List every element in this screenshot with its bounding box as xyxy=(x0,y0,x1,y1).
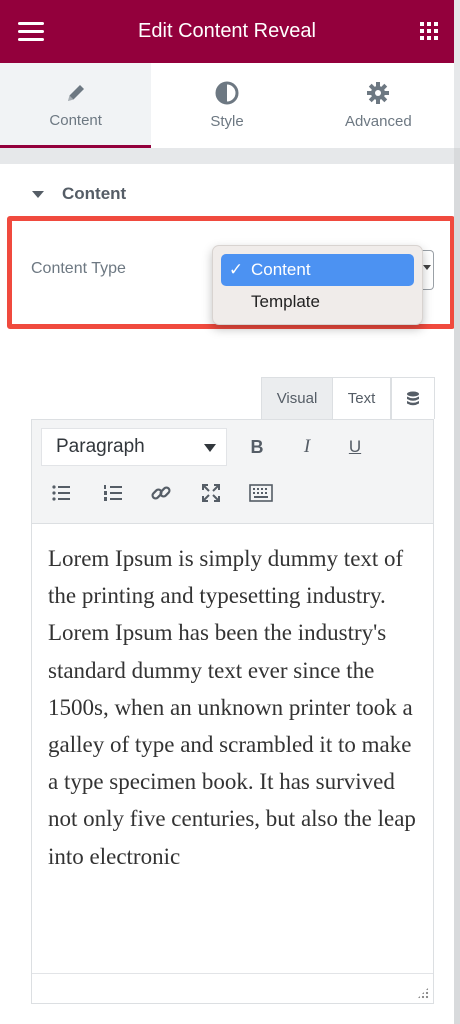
bold-button[interactable]: B xyxy=(242,432,272,462)
resize-handle-icon[interactable] xyxy=(417,987,429,999)
keyboard-icon xyxy=(249,484,273,502)
tab-visual[interactable]: Visual xyxy=(261,377,333,419)
controls-panel: Content Content Type ✓ Content Template … xyxy=(0,164,455,1024)
link-button[interactable] xyxy=(146,478,176,508)
caret-down-icon xyxy=(32,190,44,198)
triangle-down-icon xyxy=(204,444,216,452)
fullscreen-icon xyxy=(202,484,220,502)
database-icon xyxy=(407,391,419,405)
section-toggle[interactable]: Content xyxy=(32,184,126,204)
tab-style-label: Style xyxy=(210,113,244,130)
option-content-label: Content xyxy=(251,260,311,279)
hamburger-menu-icon[interactable] xyxy=(18,22,44,42)
option-content[interactable]: ✓ Content xyxy=(221,254,414,286)
content-type-dropdown[interactable]: ✓ Content Template xyxy=(212,245,423,325)
link-icon xyxy=(151,486,171,500)
tab-content-label: Content xyxy=(49,112,102,129)
fullscreen-button[interactable] xyxy=(196,478,226,508)
checkmark-icon: ✓ xyxy=(228,260,244,279)
numbered-list-icon xyxy=(104,485,122,501)
tab-content[interactable]: Content xyxy=(0,63,152,148)
format-select-value: Paragraph xyxy=(56,436,145,457)
header-title: Edit Content Reveal xyxy=(138,20,316,42)
option-template[interactable]: Template xyxy=(221,286,414,318)
gear-icon xyxy=(367,82,390,104)
tab-style[interactable]: Style xyxy=(151,63,302,148)
italic-button[interactable]: I xyxy=(292,432,322,462)
toolbar-toggle-button[interactable] xyxy=(246,478,276,508)
content-type-label: Content Type xyxy=(31,260,126,277)
option-template-label: Template xyxy=(251,292,320,311)
half-circle-icon xyxy=(215,81,239,105)
wysiwyg-editor: Paragraph B I U Lorem Ipsum is simply du… xyxy=(31,419,434,1004)
bullet-list-icon xyxy=(52,485,70,501)
underline-button[interactable]: U xyxy=(340,432,370,462)
editor-statusbar xyxy=(32,973,433,1003)
format-select[interactable]: Paragraph xyxy=(41,428,227,466)
panel-scrollbar[interactable] xyxy=(454,148,460,1024)
bullet-list-button[interactable] xyxy=(46,478,76,508)
pencil-icon xyxy=(67,85,84,101)
widgets-grid-icon[interactable] xyxy=(420,22,438,40)
dynamic-tags-button[interactable] xyxy=(391,377,435,419)
editor-content[interactable]: Lorem Ipsum is simply dummy text of the … xyxy=(48,540,418,875)
tab-advanced-label: Advanced xyxy=(344,113,412,130)
panel-tabs: Content Style Advanced xyxy=(0,63,454,148)
panel-header: Edit Content Reveal xyxy=(0,0,454,63)
numbered-list-button[interactable] xyxy=(98,478,128,508)
tab-advanced[interactable]: Advanced xyxy=(303,63,454,148)
editor-mode-tabs: Visual Text xyxy=(261,377,435,419)
section-title: Content xyxy=(62,184,127,203)
editor-toolbar: Paragraph B I U xyxy=(32,420,433,524)
tabs-divider xyxy=(0,148,454,164)
tab-text[interactable]: Text xyxy=(333,377,391,419)
